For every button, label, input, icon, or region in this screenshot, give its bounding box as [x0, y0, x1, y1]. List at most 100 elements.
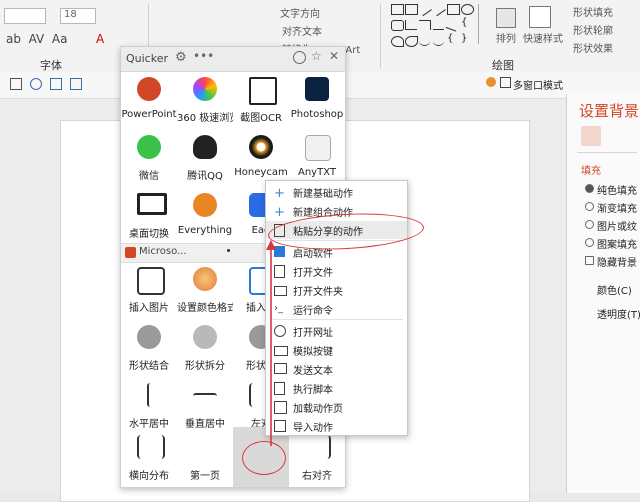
radio-icon[interactable] [585, 238, 594, 247]
fill-option[interactable]: 隐藏背景 [585, 254, 637, 269]
fill-option[interactable]: 图案填充 [585, 236, 637, 251]
quicker-tile[interactable]: 插入图片 [121, 261, 177, 319]
checkbox-icon[interactable] [585, 256, 594, 265]
curve-shape-icon[interactable] [445, 18, 460, 32]
fill-option-label: 图片或纹 [597, 222, 637, 233]
toolbar-icon[interactable] [50, 78, 62, 90]
radio-icon[interactable] [585, 184, 594, 193]
browser-360-icon [193, 77, 217, 101]
square-shape-icon[interactable] [447, 4, 460, 15]
quicker-tile[interactable]: AnyTXT [289, 129, 345, 187]
font-name-box[interactable] [4, 8, 46, 24]
pin-icon[interactable]: ☆ [311, 49, 322, 63]
brace-right-shape-icon[interactable]: } [461, 33, 472, 45]
radio-icon[interactable] [585, 220, 594, 229]
quicker-tile[interactable]: 第一页 [177, 429, 233, 487]
honeycam-icon [249, 135, 273, 159]
font-color-icon[interactable]: A [96, 32, 104, 46]
quicker-tile[interactable]: 桌面切换 [121, 187, 177, 245]
rounded-rect-shape-icon[interactable] [391, 20, 404, 31]
quicker-tile[interactable]: 设置颜色格式 [177, 261, 233, 319]
line-shape-icon[interactable] [417, 1, 432, 17]
menu-item-label: 模拟按键 [293, 347, 333, 358]
radio-icon[interactable] [585, 202, 594, 211]
wave-shape-icon[interactable] [433, 36, 444, 46]
quicker-tile[interactable]: 横向分布 [121, 429, 177, 487]
quicker-tile-label: Honeycam [234, 167, 288, 178]
more-icon[interactable]: ••• [193, 49, 214, 63]
multi-window-button[interactable]: 多窗口模式 [513, 77, 563, 92]
quicker-tile[interactable]: 形状拆分 [177, 319, 233, 377]
quicker-tile-label: 形状拆分 [185, 361, 225, 372]
font-size-box[interactable]: 18 [60, 8, 96, 24]
arc-shape-icon[interactable] [419, 36, 430, 46]
quicker-tile[interactable]: 形状结合 [121, 319, 177, 377]
shape-outline-button[interactable]: 形状轮廓 [573, 22, 613, 37]
close-icon[interactable]: ✕ [329, 49, 339, 63]
menu-item[interactable]: 模拟按键 [266, 341, 407, 359]
fill-option[interactable]: 图片或纹 [585, 218, 637, 233]
menu-item-label: 加载动作页 [293, 404, 343, 415]
triangle-shape-icon[interactable] [405, 20, 417, 30]
menu-item[interactable]: 打开文件夹 [266, 281, 407, 299]
user-icon[interactable] [293, 51, 306, 64]
text-direction-button[interactable]: 文字方向 [280, 5, 320, 20]
quicker-tile-label: PowerPoint [121, 109, 177, 120]
shape-fill-button[interactable]: 形状填充 [573, 4, 613, 19]
shape-split-icon [193, 325, 217, 349]
quicker-tile[interactable]: Honeycam [233, 129, 289, 187]
fill-option[interactable]: 纯色填充 [585, 182, 637, 197]
align-text-button[interactable]: 对齐文本 [282, 23, 322, 38]
oval-shape-icon[interactable] [461, 4, 474, 15]
menu-item-label: 运行命令 [293, 306, 333, 317]
format-background-panel: 设置背景 填充 纯色填充 渐变填充 图片或纹 图案填充 隐藏背景 颜色(C) 透明度(T… [566, 94, 640, 493]
fill-bucket-icon[interactable] [581, 126, 601, 146]
menu-item[interactable]: 导入动作 [266, 417, 407, 435]
connector-shape-icon[interactable] [433, 20, 444, 30]
menu-item[interactable]: 执行脚本 [266, 379, 407, 397]
distribute-horizontal-icon [137, 435, 165, 459]
fill-section-header[interactable]: 填充 [581, 162, 601, 177]
arrow-shape-icon[interactable] [431, 1, 446, 17]
arrange-button[interactable]: 排列 [496, 30, 516, 45]
quicker-tile-label: 腾讯QQ [187, 171, 223, 182]
fill-option[interactable]: 渐变填充 [585, 200, 637, 215]
rect-shape-icon[interactable] [391, 4, 404, 15]
toolbar-icon[interactable] [10, 78, 22, 90]
gear-icon[interactable]: ⚙ [175, 50, 187, 65]
freeform-shape-icon[interactable] [391, 36, 404, 47]
menu-item[interactable]: + 新建基础动作 [266, 183, 407, 201]
menu-item[interactable]: 打开文件 [266, 262, 407, 280]
arrange-icon [496, 8, 516, 28]
quicker-tile[interactable]: Everything [177, 187, 233, 245]
brace-left-shape-icon[interactable]: { [447, 33, 458, 45]
textbox-shape-icon[interactable] [405, 4, 418, 15]
scribble-shape-icon[interactable] [405, 36, 418, 47]
gallery-scroll[interactable] [478, 4, 484, 44]
quicker-tile[interactable]: 截图OCR [233, 71, 289, 129]
quicker-tile[interactable]: 腾讯QQ [177, 129, 233, 187]
quick-styles-button[interactable]: 快速样式 [523, 30, 563, 45]
menu-item[interactable]: ›_ 运行命令 [266, 300, 407, 318]
format-buttons-row1: ab AV Aa [6, 32, 68, 46]
toolbar-icon[interactable] [30, 78, 42, 90]
brace-shape-icon[interactable]: { [461, 17, 472, 29]
menu-item[interactable]: 加载动作页 [266, 398, 407, 416]
quicker-tile[interactable]: 垂直居中 [177, 377, 233, 435]
quicker-tile[interactable]: 微信 [121, 129, 177, 187]
shape-effects-button[interactable]: 形状效果 [573, 40, 613, 55]
photoshop-icon [305, 77, 329, 101]
menu-item[interactable]: 发送文本 [266, 360, 407, 378]
quicker-tile[interactable]: 右对齐 [289, 429, 345, 487]
elbow-shape-icon[interactable] [419, 20, 431, 30]
first-page-icon [193, 435, 217, 459]
quicker-tile[interactable]: Photoshop [289, 71, 345, 129]
quicker-tile[interactable]: PowerPoint [121, 71, 177, 129]
quicker-tile[interactable]: 水平居中 [121, 377, 177, 435]
quicker-tile[interactable]: 360 极速浏览器X [177, 71, 233, 129]
menu-item[interactable]: 打开网址 [266, 322, 407, 340]
fill-option-label: 纯色填充 [597, 186, 637, 197]
panel-divider [577, 152, 637, 153]
toolbar-icon[interactable] [70, 78, 82, 90]
gear-icon[interactable] [486, 77, 496, 87]
